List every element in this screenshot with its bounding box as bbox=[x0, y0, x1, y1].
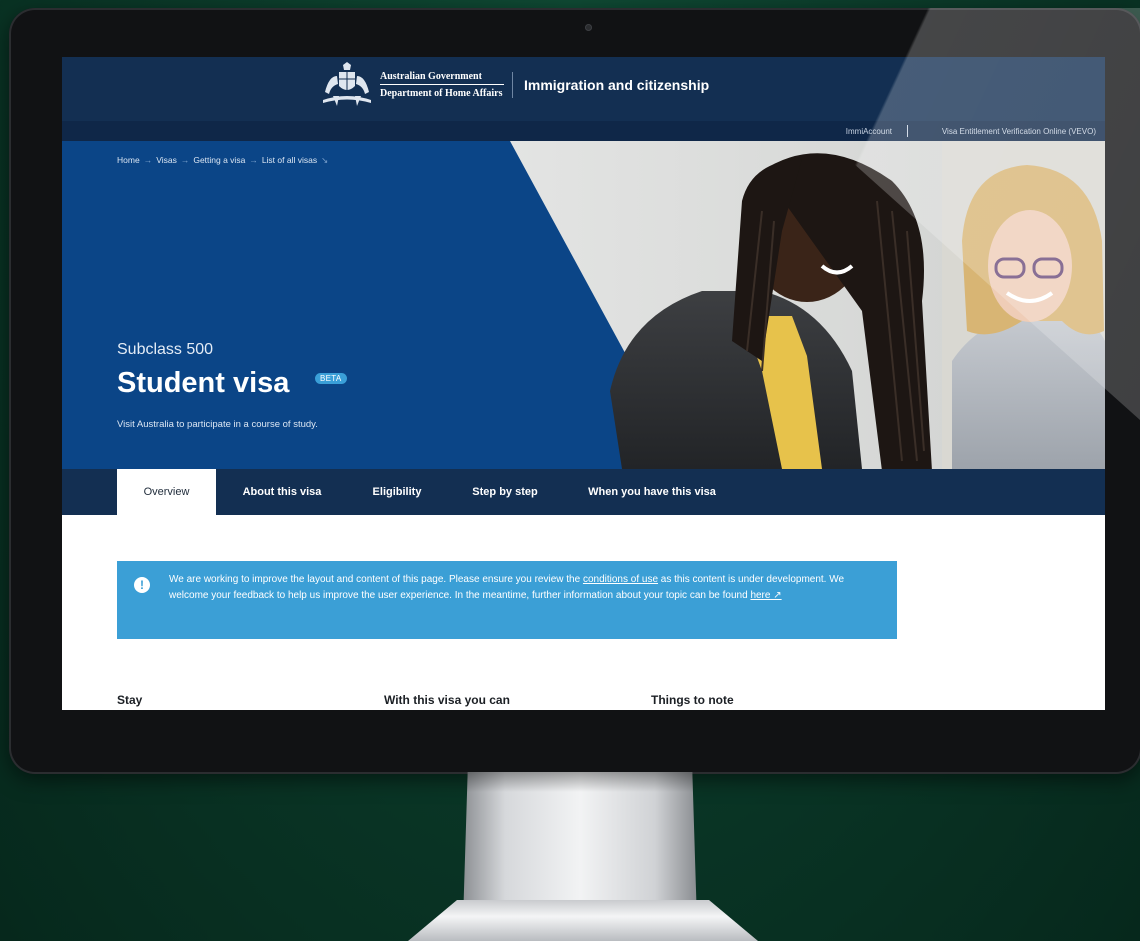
tab-about-this-visa[interactable]: About this visa bbox=[222, 469, 342, 515]
browser-screen: Australian Government Department of Home… bbox=[62, 57, 1105, 710]
breadcrumb-arrow-icon: → bbox=[249, 155, 258, 165]
breadcrumb: Home → Visas → Getting a visa → List of all vi… bbox=[117, 155, 332, 166]
breadcrumb-arrow-icon: → bbox=[180, 155, 190, 165]
here-link[interactable]: here ↗ bbox=[750, 590, 781, 601]
coat-of-arms-icon bbox=[323, 62, 371, 106]
utility-bar: ImmiAccount Visa Entitlement Verificatio… bbox=[62, 121, 1105, 141]
monitor-stand-base bbox=[408, 900, 758, 941]
visa-subclass: Subclass 500 bbox=[117, 341, 214, 358]
page-tagline: Visit Australia to participate in a cour… bbox=[117, 419, 318, 430]
breadcrumb-home[interactable]: Home bbox=[117, 155, 140, 165]
tab-step-by-step[interactable]: Step by step bbox=[455, 469, 555, 515]
breadcrumb-dropdown-icon[interactable]: ↘ bbox=[321, 155, 328, 165]
gov-line-1: Australian Government bbox=[380, 70, 504, 85]
tab-overview[interactable]: Overview bbox=[117, 469, 216, 515]
site-title[interactable]: Immigration and citizenship bbox=[524, 77, 709, 93]
government-header: Australian Government Department of Home… bbox=[62, 57, 1105, 121]
breadcrumb-arrow-icon: → bbox=[143, 155, 153, 165]
hero-banner: Home → Visas → Getting a visa → List of all vi… bbox=[62, 141, 1105, 469]
tab-eligibility[interactable]: Eligibility bbox=[352, 469, 442, 515]
alert-icon: ! bbox=[134, 577, 150, 593]
column-heading-with-this-visa: With this visa you can bbox=[384, 693, 510, 707]
conditions-of-use-link[interactable]: conditions of use bbox=[583, 574, 658, 585]
breadcrumb-visas[interactable]: Visas bbox=[156, 155, 177, 165]
notice-banner: ! We are working to improve the layout a… bbox=[117, 561, 897, 639]
tab-bar: Overview About this visa Eligibility Ste… bbox=[62, 469, 1105, 515]
column-heading-stay: Stay bbox=[117, 693, 143, 707]
breadcrumb-list-of-all-visas[interactable]: List of all visas bbox=[262, 155, 317, 165]
tab-when-you-have-this-visa[interactable]: When you have this visa bbox=[572, 469, 732, 515]
gov-line-2: Department of Home Affairs bbox=[380, 88, 503, 99]
page-title: Student visa bbox=[117, 367, 290, 399]
breadcrumb-getting-a-visa[interactable]: Getting a visa bbox=[193, 155, 245, 165]
vevo-link[interactable]: Visa Entitlement Verification Online (VE… bbox=[942, 127, 1096, 136]
monitor-stand-neck bbox=[463, 772, 697, 922]
column-heading-things-to-note: Things to note bbox=[651, 693, 734, 707]
camera-dot bbox=[585, 24, 592, 31]
notice-text: We are working to improve the layout and… bbox=[169, 572, 869, 604]
notice-text-part-1: We are working to improve the layout and… bbox=[169, 574, 583, 585]
beta-badge: BETA bbox=[315, 373, 347, 384]
utility-divider bbox=[907, 125, 908, 137]
header-divider bbox=[512, 72, 513, 98]
immiaccount-link[interactable]: ImmiAccount bbox=[846, 127, 892, 136]
government-name: Australian Government Department of Home… bbox=[380, 70, 504, 100]
